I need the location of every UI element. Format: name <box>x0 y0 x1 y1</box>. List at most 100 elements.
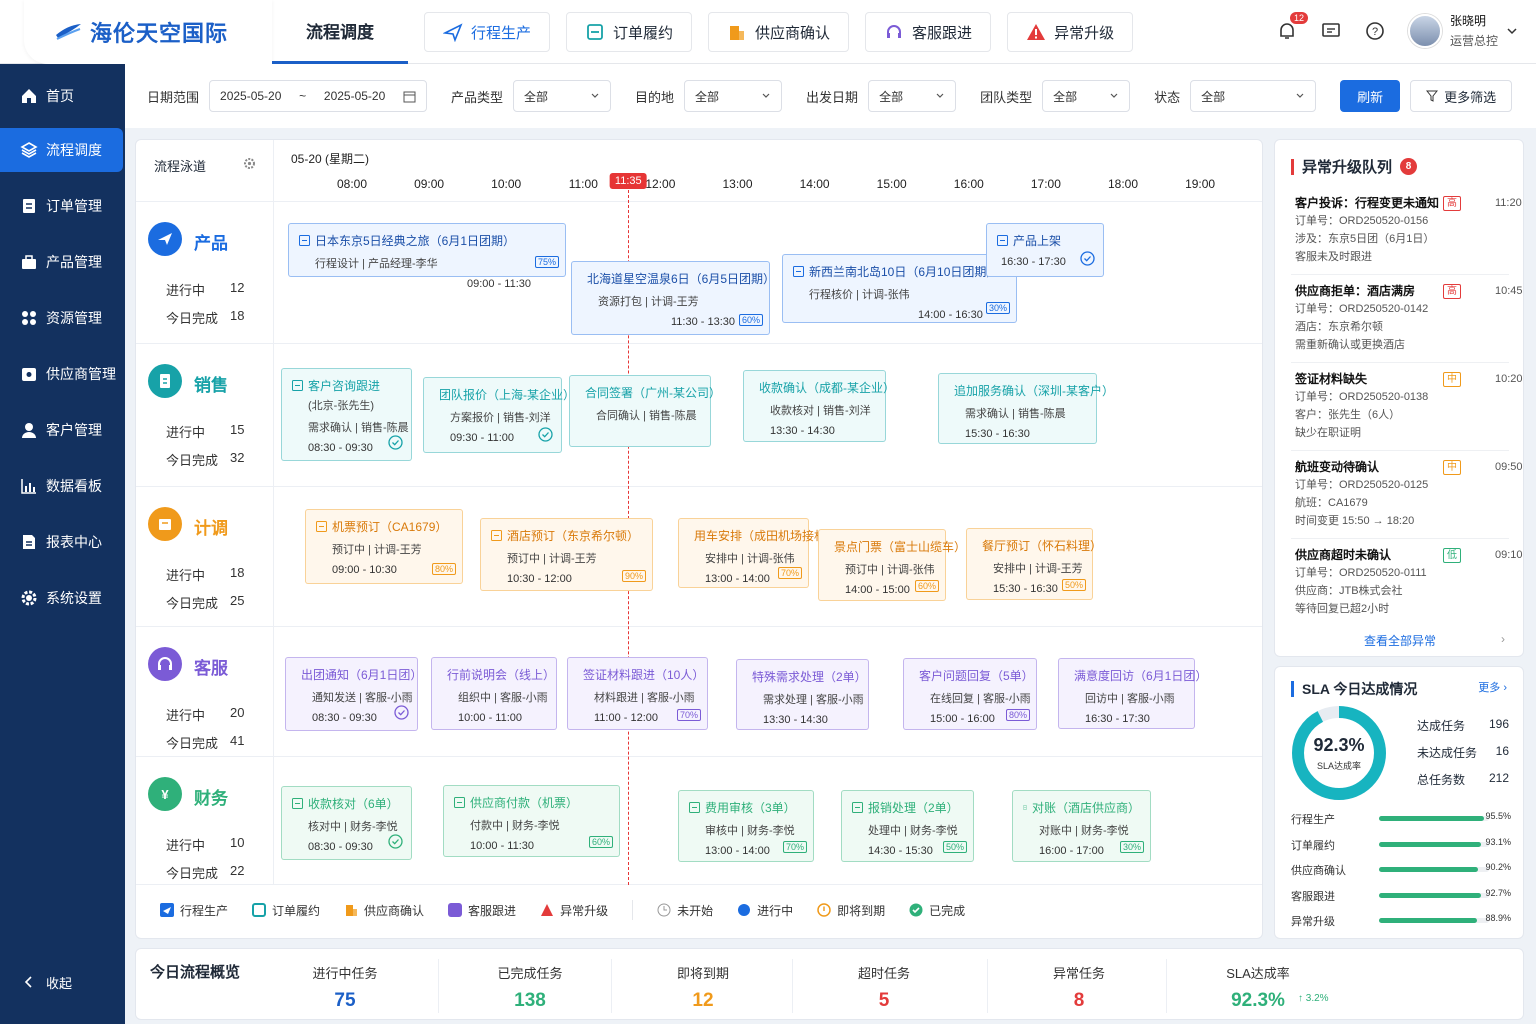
card-title-text: 对账（酒店供应商） <box>1031 801 1140 815</box>
task-card[interactable]: 客户咨询跟进 (北京-张先生) 需求确认 | 销售-陈晨 08:30 - 09:30 <box>281 368 412 461</box>
card-subtitle: 通知发送 | 客服-小雨 <box>312 692 413 704</box>
sidebar-item-home[interactable]: 首页 <box>0 74 125 118</box>
card-title: 报销处理（2单） <box>852 799 963 816</box>
card-title-text: 餐厅预订（怀石料理） <box>982 539 1103 553</box>
depart-date-select[interactable]: 全部 <box>868 80 957 112</box>
lane-info: 客服 进行中 20 今日完成 41 <box>136 627 274 756</box>
lane-title: 客服 <box>194 659 228 678</box>
message-button[interactable] <box>1320 20 1342 42</box>
svg-text:?: ? <box>1372 26 1378 38</box>
destination-select[interactable]: 全部 <box>684 80 783 112</box>
lane-title: 财务 <box>194 789 228 808</box>
escalation-title: 异常升级队列 8 <box>1291 156 1418 177</box>
metric-label: 已完成任务 <box>497 966 563 981</box>
more-filters-button[interactable]: 更多筛选 <box>1410 80 1513 112</box>
sidebar-item-settings[interactable]: 系统设置 <box>0 576 125 620</box>
task-card[interactable]: 用车安排（成田机场接机） 安排中 | 计调-张伟 13:00 - 14:00 70% <box>678 518 838 588</box>
task-card[interactable]: 收款确认（成都-某企业） 收款核对 | 销售-刘洋 13:30 - 14:30 <box>743 370 895 442</box>
app-logo[interactable]: 海伦天空国际 <box>24 0 272 64</box>
card-subtitle: 行程核价 | 计调-张伟 <box>809 289 910 301</box>
task-card[interactable]: 北海道星空温泉6日（6月5日团期） 资源打包 | 计调-王芳 11:30 - 13:… <box>571 261 775 335</box>
task-card[interactable]: 餐厅预订（怀石料理） 安排中 | 计调-王芳 15:30 - 16:30 50% <box>966 528 1102 600</box>
lane-done-stat: 今日完成 18 <box>166 308 244 327</box>
tab-flow-schedule[interactable]: 流程调度 <box>272 0 408 64</box>
help-button[interactable]: ? <box>1364 20 1386 42</box>
legend-label: 进行中 <box>757 903 794 918</box>
task-card[interactable]: 报销处理（2单） 处理中 | 财务-李悦 14:30 - 15:30 50% <box>841 790 974 862</box>
tab-order[interactable]: 订单履约 <box>566 12 693 52</box>
card-title: 酒店预订（东京希尔顿） <box>491 527 642 544</box>
task-card[interactable]: 行前说明会（线上） 组织中 | 客服-小雨 10:00 - 11:00 <box>431 657 557 730</box>
escalation-item[interactable]: 供应商拒单：酒店满房 高 10:45 订单号：ORD250520-0142 酒店：东京希… <box>1295 282 1523 354</box>
escalation-time: 09:50 <box>1495 461 1523 473</box>
task-card[interactable]: 机票预订（CA1679） 预订中 | 计调-王芳 09:00 - 10:30 80% <box>305 509 463 584</box>
card-title: 客户咨询跟进 <box>292 377 401 394</box>
select-value: 全部 <box>1053 89 1078 104</box>
task-card[interactable]: 景点门票（富士山缆车） 预订中 | 计调-张伟 14:00 - 15:00 60% <box>818 529 966 601</box>
tab-itinerary[interactable]: 行程生产 <box>424 12 551 52</box>
card-time: 10:00 - 11:00 <box>458 712 523 724</box>
escalation-item-title: 供应商超时未确认 <box>1295 548 1392 562</box>
escalation-time: 09:10 <box>1495 549 1523 561</box>
sidebar-item-resources[interactable]: 资源管理 <box>0 296 125 340</box>
task-card[interactable]: 团队报价（上海-某企业） 方案报价 | 销售-刘洋 09:30 - 11:00 <box>423 377 575 453</box>
task-card[interactable]: 日本东京5日经典之旅（6月1日团期） 行程设计 | 产品经理-李华 09:00 - … <box>288 223 566 290</box>
sales-lane-icon <box>148 364 182 398</box>
sidebar-item-suppliers[interactable]: 供应商管理 <box>0 352 125 396</box>
lane-info: 销售 进行中 15 今日完成 32 <box>136 344 274 486</box>
task-card[interactable]: 酒店预订（东京希尔顿） 预订中 | 计调-王芳 10:30 - 12:00 90% <box>480 518 653 591</box>
chart-icon <box>21 479 36 494</box>
task-card[interactable]: 对账（酒店供应商） 对账中 | 财务-李悦 16:00 - 17:00 30% <box>1012 790 1151 862</box>
sidebar-collapse[interactable]: 收起 <box>0 960 125 1004</box>
escalation-item[interactable]: 供应商超时未确认 低 09:10 订单号：ORD250520-0111 供应商：JTB株… <box>1295 546 1523 618</box>
sla-more-link[interactable]: 更多 › <box>1478 679 1507 695</box>
escalation-item[interactable]: 签证材料缺失 中 10:20 订单号：ORD250520-0138 客户：张先生（6人）… <box>1295 370 1523 442</box>
sidebar-item-products[interactable]: 产品管理 <box>0 240 125 284</box>
divider <box>1291 538 1509 539</box>
sidebar-item-flow[interactable]: 流程调度 <box>0 128 123 172</box>
task-card[interactable]: 签证材料跟进（10人） 材料跟进 | 客服-小雨 11:00 - 12:00 70% <box>567 657 708 730</box>
sidebar-item-orders[interactable]: 订单管理 <box>0 184 125 228</box>
legend-label: 异常升级 <box>560 903 609 918</box>
task-card[interactable]: 客户问题回复（5单） 在线回复 | 客服-小雨 15:00 - 16:00 80% <box>903 658 1037 730</box>
tab-escalation[interactable]: 异常升级 <box>1007 12 1134 52</box>
stat-value: 32 <box>230 450 245 465</box>
date-range-picker[interactable]: 2025-05-20 ~ 2025-05-20 <box>209 80 428 112</box>
escalation-item[interactable]: 客户投诉：行程变更未通知高 11:20 订单号：ORD250520-0156 涉及：东… <box>1295 194 1522 266</box>
total-label: 总任务数 <box>1417 773 1466 787</box>
status-select[interactable]: 全部 <box>1190 80 1317 112</box>
task-card[interactable]: 费用审核（3单） 审核中 | 财务-李悦 13:00 - 14:00 70% <box>678 790 814 862</box>
refresh-button[interactable]: 刷新 <box>1340 80 1401 112</box>
view-all-escalations-link[interactable]: 查看全部异常 › <box>1275 632 1525 649</box>
lane-header-label: 流程泳道 <box>154 159 207 174</box>
card-title-text: 追加服务确认（深圳-某客户） <box>954 384 1114 398</box>
user-name: 张晓明 <box>1449 14 1486 28</box>
sidebar-item-dashboard[interactable]: 数据看板 <box>0 464 125 508</box>
tab-service[interactable]: 客服跟进 <box>865 12 992 52</box>
sidebar-item-customers[interactable]: 客户管理 <box>0 408 125 452</box>
settings-icon[interactable] <box>243 157 256 170</box>
task-card[interactable]: 出团通知（6月1日团） 通知发送 | 客服-小雨 08:30 - 09:30 <box>285 657 422 731</box>
card-title-text: 报销处理（2单） <box>868 801 959 815</box>
task-card[interactable]: 供应商付款（机票） 付款中 | 财务-李悦 10:00 - 11:30 60% <box>443 785 620 857</box>
task-card[interactable]: 产品上架 16:30 - 17:30 <box>986 223 1104 277</box>
product-type-select[interactable]: 全部 <box>513 80 612 112</box>
escalation-item[interactable]: 航班变动待确认 中 09:50 订单号：ORD250520-0125 航班：CA1679… <box>1295 458 1523 530</box>
unmet-label: 未达成任务 <box>1417 746 1478 760</box>
group-type-select[interactable]: 全部 <box>1042 80 1131 112</box>
task-card[interactable]: 满意度回访（6月1日团） 回访中 | 客服-小雨 16:30 - 17:30 <box>1058 658 1207 729</box>
tab-label: 供应商确认 <box>755 24 831 42</box>
card-subtitle: 需求处理 | 客服-小雨 <box>763 694 864 706</box>
divider <box>1291 274 1509 275</box>
task-card[interactable]: 新西兰南北岛10日（6月10日团期） 行程核价 | 计调-张伟 14:00 - 16… <box>782 254 1017 323</box>
notification-button[interactable]: 12 <box>1276 11 1308 42</box>
sidebar-item-reports[interactable]: 报表中心 <box>0 520 125 564</box>
task-card[interactable]: 特殊需求处理（2单） 需求处理 | 客服-小雨 13:30 - 14:30 <box>736 659 869 730</box>
user-menu[interactable]: 张晓明 运营总控 <box>1407 12 1518 49</box>
card-title: 景点门票（富士山缆车） <box>829 538 966 555</box>
task-card[interactable]: 合同签署（广州-某公司） 合同确认 | 销售-陈晨 <box>569 375 721 447</box>
tab-supplier[interactable]: 供应商确认 <box>708 12 850 52</box>
task-card[interactable]: 收款核对（6单） 核对中 | 财务-李悦 08:30 - 09:30 <box>281 786 412 860</box>
task-card[interactable]: 追加服务确认（深圳-某客户） 需求确认 | 销售-陈晨 15:30 - 16:30 <box>938 373 1114 444</box>
select-value: 全部 <box>695 89 720 104</box>
